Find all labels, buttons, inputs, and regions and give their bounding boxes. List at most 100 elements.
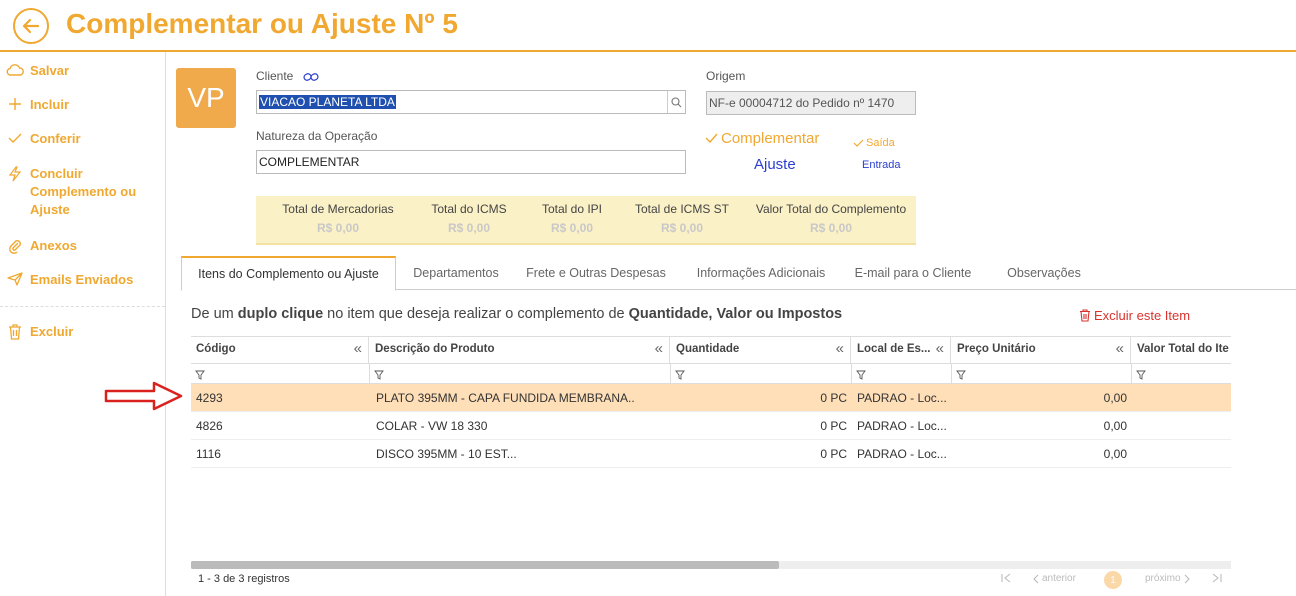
filter-cell[interactable] <box>952 364 1132 383</box>
filter-cell[interactable] <box>671 364 852 383</box>
sidebar-item-incluir[interactable]: Incluir <box>0 96 150 114</box>
current-page[interactable]: 1 <box>1104 571 1122 589</box>
filter-icon <box>374 370 384 380</box>
delete-item-button[interactable]: Excluir este Item <box>1079 308 1190 323</box>
natureza-label: Natureza da Operação <box>256 129 378 143</box>
cloud-icon <box>6 64 24 76</box>
filter-cell[interactable] <box>852 364 952 383</box>
mov-entrada-option[interactable]: Entrada <box>862 159 901 171</box>
cell-preco: 0,00 <box>1103 447 1127 461</box>
filter-cell[interactable] <box>1132 364 1231 383</box>
instruction-text: De um duplo clique no item que deseja re… <box>191 306 843 322</box>
sidebar-item-concluir[interactable]: Concluir Complemento ou Ajuste <box>0 165 150 219</box>
filter-icon <box>856 370 866 380</box>
column-header[interactable]: Local de Es... « <box>852 337 951 364</box>
sidebar-item-label: Excluir <box>30 324 74 339</box>
first-page-button[interactable] <box>1000 573 1012 586</box>
total-icms: Total do ICMS R$ 0,00 <box>431 202 507 235</box>
tipo-complementar-option[interactable]: Complementar <box>705 130 819 147</box>
tab-email[interactable]: E-mail para o Cliente <box>851 256 975 290</box>
table-row[interactable]: 4826 COLAR - VW 18 330 0 PC PADRAO - Loc… <box>191 412 1231 440</box>
column-header[interactable]: Código « <box>191 337 369 364</box>
cell-quantidade: 0 PC <box>820 391 847 405</box>
bolt-icon <box>8 166 22 182</box>
column-header[interactable]: Valor Total do Ite <box>1132 337 1231 364</box>
last-page-button[interactable] <box>1211 573 1223 586</box>
sidebar-item-salvar[interactable]: Salvar <box>0 62 150 80</box>
cliente-field[interactable]: VIACAO PLANETA LTDA <box>256 90 686 114</box>
prev-page-button[interactable]: anterior <box>1032 573 1076 584</box>
check-icon <box>8 133 22 143</box>
sidebar-item-emails[interactable]: Emails Enviados <box>0 271 150 289</box>
tipo-ajuste-option[interactable]: Ajuste <box>754 156 796 173</box>
link-icon[interactable] <box>303 72 319 82</box>
trash-icon <box>9 324 21 340</box>
tab-observacoes[interactable]: Observações <box>999 256 1089 290</box>
cell-local: PADRAO - Loc... <box>857 419 947 433</box>
sidebar-item-anexos[interactable]: Anexos <box>0 237 150 255</box>
paperclip-icon <box>9 240 21 254</box>
send-icon <box>7 272 23 286</box>
cell-descricao: PLATO 395MM - CAPA FUNDIDA MEMBRANA.. <box>376 391 635 405</box>
grid-header: Código « Descrição do Produto « Quantidade… <box>191 336 1231 364</box>
chevron-right-icon <box>1184 574 1190 583</box>
search-icon <box>671 96 682 107</box>
cliente-search-button[interactable] <box>667 91 685 113</box>
sidebar-item-conferir[interactable]: Conferir <box>0 130 150 148</box>
cell-quantidade: 0 PC <box>820 419 847 433</box>
filter-cell[interactable] <box>370 364 671 383</box>
cell-descricao: COLAR - VW 18 330 <box>376 419 488 433</box>
mov-saida-option[interactable]: Saída <box>853 137 895 149</box>
page-header: Complementar ou Ajuste Nº 5 <box>0 0 1296 52</box>
cell-codigo: 4293 <box>196 391 223 405</box>
check-icon <box>705 133 718 144</box>
cell-preco: 0,00 <box>1103 419 1127 433</box>
sidebar-item-label: Anexos <box>30 238 77 253</box>
cell-codigo: 1116 <box>196 447 221 461</box>
chevron-left-icon <box>1033 574 1039 583</box>
next-page-button[interactable]: próximo <box>1145 573 1191 584</box>
arrow-left-icon <box>22 18 40 34</box>
column-header[interactable]: Descrição do Produto « <box>370 337 670 364</box>
filter-cell[interactable] <box>191 364 370 383</box>
total-icms-st: Total de ICMS ST R$ 0,00 <box>634 202 730 235</box>
sidebar-item-label: Emails Enviados <box>30 272 134 287</box>
first-page-icon <box>1001 573 1011 583</box>
last-page-icon <box>1212 573 1222 583</box>
natureza-field[interactable]: COMPLEMENTAR <box>256 150 686 174</box>
valor-total-complemento: Valor Total do Complemento R$ 0,00 <box>755 202 907 235</box>
cliente-label: Cliente <box>256 69 319 83</box>
tab-itens[interactable]: Itens do Complemento ou Ajuste <box>181 256 396 291</box>
sidebar-item-label: Concluir Complemento ou Ajuste <box>30 166 137 217</box>
cell-preco: 0,00 <box>1103 391 1127 405</box>
cliente-value: VIACAO PLANETA LTDA <box>259 95 396 109</box>
horizontal-scrollbar[interactable] <box>191 561 1231 569</box>
filter-icon <box>1136 370 1146 380</box>
trash-icon <box>1080 309 1090 322</box>
grid-filter-row <box>191 364 1231 384</box>
origem-field: NF-e 00004712 do Pedido nº 1470 <box>706 91 916 115</box>
collapse-icon: « <box>935 340 944 357</box>
column-header[interactable]: Quantidade « <box>671 337 851 364</box>
tab-bar: Itens do Complemento ou Ajuste Departame… <box>181 256 1296 291</box>
tab-informacoes[interactable]: Informações Adicionais <box>689 256 833 290</box>
origem-label: Origem <box>706 69 746 83</box>
tab-frete[interactable]: Frete e Outras Despesas <box>521 256 671 290</box>
page-title: Complementar ou Ajuste Nº 5 <box>66 8 458 39</box>
back-button[interactable] <box>13 8 49 44</box>
total-ipi: Total do IPI R$ 0,00 <box>541 202 603 235</box>
collapse-icon: « <box>654 340 663 357</box>
filter-icon <box>195 370 205 380</box>
tab-departamentos[interactable]: Departamentos <box>404 256 508 290</box>
scrollbar-thumb[interactable] <box>191 561 779 569</box>
cell-descricao: DISCO 395MM - 10 EST... <box>376 447 517 461</box>
column-header[interactable]: Preço Unitário « <box>952 337 1131 364</box>
table-row[interactable]: 4293 PLATO 395MM - CAPA FUNDIDA MEMBRANA… <box>191 384 1231 412</box>
collapse-icon: « <box>1115 340 1124 357</box>
cell-codigo: 4826 <box>196 419 223 433</box>
avatar: VP <box>176 68 236 128</box>
table-row[interactable]: 1116 DISCO 395MM - 10 EST... 0 PC PADRAO… <box>191 440 1231 468</box>
collapse-icon: « <box>835 340 844 357</box>
cell-quantidade: 0 PC <box>820 447 847 461</box>
sidebar-item-excluir[interactable]: Excluir <box>0 323 150 341</box>
